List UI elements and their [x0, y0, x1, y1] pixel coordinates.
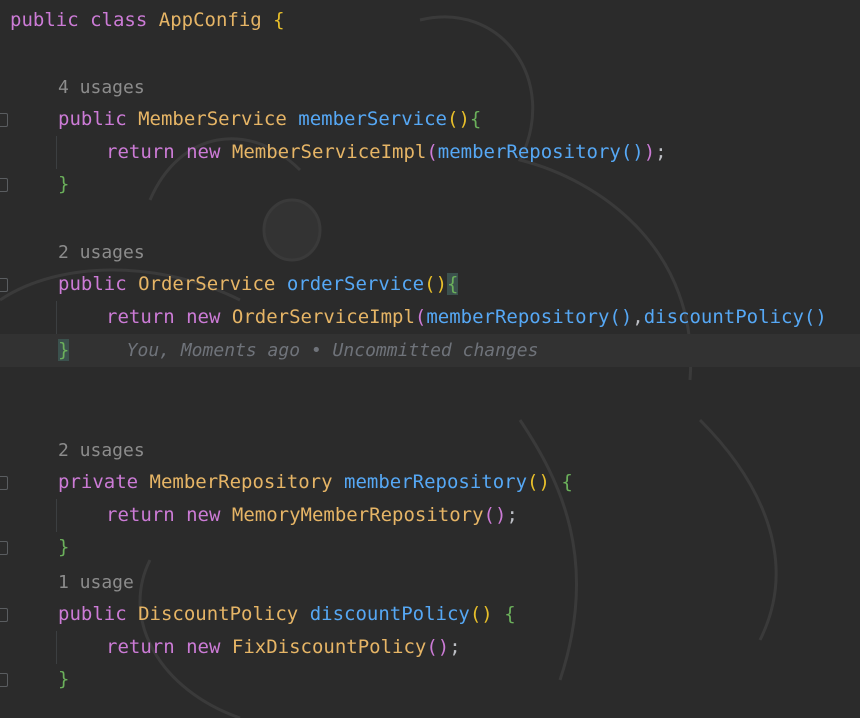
keyword: new — [186, 636, 221, 658]
constructor-name: MemoryMemberRepository — [231, 504, 484, 526]
close-brace: } — [58, 173, 70, 195]
current-line[interactable]: } You, Moments ago • Uncommitted changes — [0, 334, 860, 367]
method-name: memberRepository — [344, 471, 528, 493]
close-brace-line[interactable]: } — [0, 531, 860, 564]
keyword: public — [10, 9, 79, 31]
close-brace-line[interactable]: } — [0, 168, 860, 201]
modifier: public — [58, 273, 127, 295]
paren: () — [527, 471, 550, 493]
paren: ( — [446, 108, 459, 130]
method-call: discountPolicy — [643, 306, 804, 328]
close-brace: } — [58, 536, 70, 558]
method-call: memberRepository — [437, 141, 621, 163]
keyword: new — [186, 306, 221, 328]
constructor-name: OrderServiceImpl — [231, 306, 415, 328]
open-brace: { — [561, 471, 573, 493]
keyword: return — [106, 636, 175, 658]
modifier: public — [58, 108, 127, 130]
keyword: class — [90, 9, 148, 31]
method-body-line[interactable]: return new MemoryMemberRepository(); — [0, 499, 860, 532]
comma: , — [632, 306, 644, 328]
return-type: DiscountPolicy — [138, 603, 299, 625]
close-brace: } — [58, 339, 70, 361]
keyword: return — [106, 306, 175, 328]
semicolon: ; — [506, 504, 518, 526]
paren: () — [620, 141, 644, 163]
close-brace: } — [58, 668, 70, 690]
open-brace: { — [469, 108, 482, 130]
method-signature-line[interactable]: public OrderService orderService(){ — [0, 268, 860, 301]
method-body-line[interactable]: return new OrderServiceImpl(memberReposi… — [0, 301, 860, 334]
code-editor[interactable]: public class AppConfig { 4 usages public… — [0, 0, 860, 718]
paren: ) — [458, 108, 470, 130]
class-declaration-line[interactable]: public class AppConfig { — [0, 4, 860, 37]
method-name: orderService — [286, 273, 425, 295]
usages-hint[interactable]: 4 usages — [0, 71, 860, 104]
paren: ) — [435, 273, 448, 295]
keyword: new — [186, 141, 221, 163]
return-type: OrderService — [138, 273, 276, 295]
method-signature-line[interactable]: public MemberService memberService(){ — [0, 103, 860, 136]
paren: () — [483, 504, 507, 526]
method-signature-line[interactable]: public DiscountPolicy discountPolicy() { — [0, 598, 860, 631]
method-call: memberRepository — [426, 306, 610, 328]
method-name: memberService — [298, 108, 447, 130]
close-brace-line[interactable]: } — [0, 663, 860, 696]
method-body-line[interactable]: return new MemberServiceImpl(memberRepos… — [0, 136, 860, 169]
modifier: public — [58, 603, 127, 625]
paren: () — [609, 306, 633, 328]
constructor-name: FixDiscountPolicy — [231, 636, 427, 658]
return-type: MemberService — [138, 108, 287, 130]
modifier: private — [58, 471, 139, 493]
usages-hint[interactable]: 2 usages — [0, 434, 860, 467]
paren: ) — [643, 141, 656, 163]
return-type: MemberRepository — [149, 471, 333, 493]
class-name: AppConfig — [158, 9, 262, 31]
paren: () — [469, 603, 493, 625]
keyword: return — [106, 141, 175, 163]
paren: () — [426, 636, 450, 658]
usages-count[interactable]: 2 usages — [58, 242, 145, 263]
semicolon: ; — [449, 636, 461, 658]
method-name: discountPolicy — [309, 603, 470, 625]
paren: () — [803, 306, 827, 328]
paren: ( — [426, 141, 438, 163]
open-brace: { — [273, 9, 285, 31]
constructor-name: MemberServiceImpl — [231, 141, 427, 163]
open-brace: { — [447, 273, 459, 295]
method-signature-line[interactable]: private MemberRepository memberRepositor… — [0, 466, 860, 499]
usages-hint[interactable]: 1 usage — [0, 566, 860, 599]
usages-hint[interactable]: 2 usages — [0, 236, 860, 269]
keyword: return — [106, 504, 175, 526]
open-brace: { — [504, 603, 516, 625]
usages-count[interactable]: 4 usages — [58, 77, 145, 98]
usages-count[interactable]: 2 usages — [58, 440, 145, 461]
paren: ( — [424, 273, 436, 295]
usages-count[interactable]: 1 usage — [58, 572, 134, 593]
method-body-line[interactable]: return new FixDiscountPolicy(); — [0, 631, 860, 664]
semicolon: ; — [655, 141, 667, 163]
git-blame-annotation[interactable]: You, Moments ago • Uncommitted changes — [127, 340, 539, 361]
keyword: new — [186, 504, 221, 526]
paren: ( — [414, 306, 427, 328]
